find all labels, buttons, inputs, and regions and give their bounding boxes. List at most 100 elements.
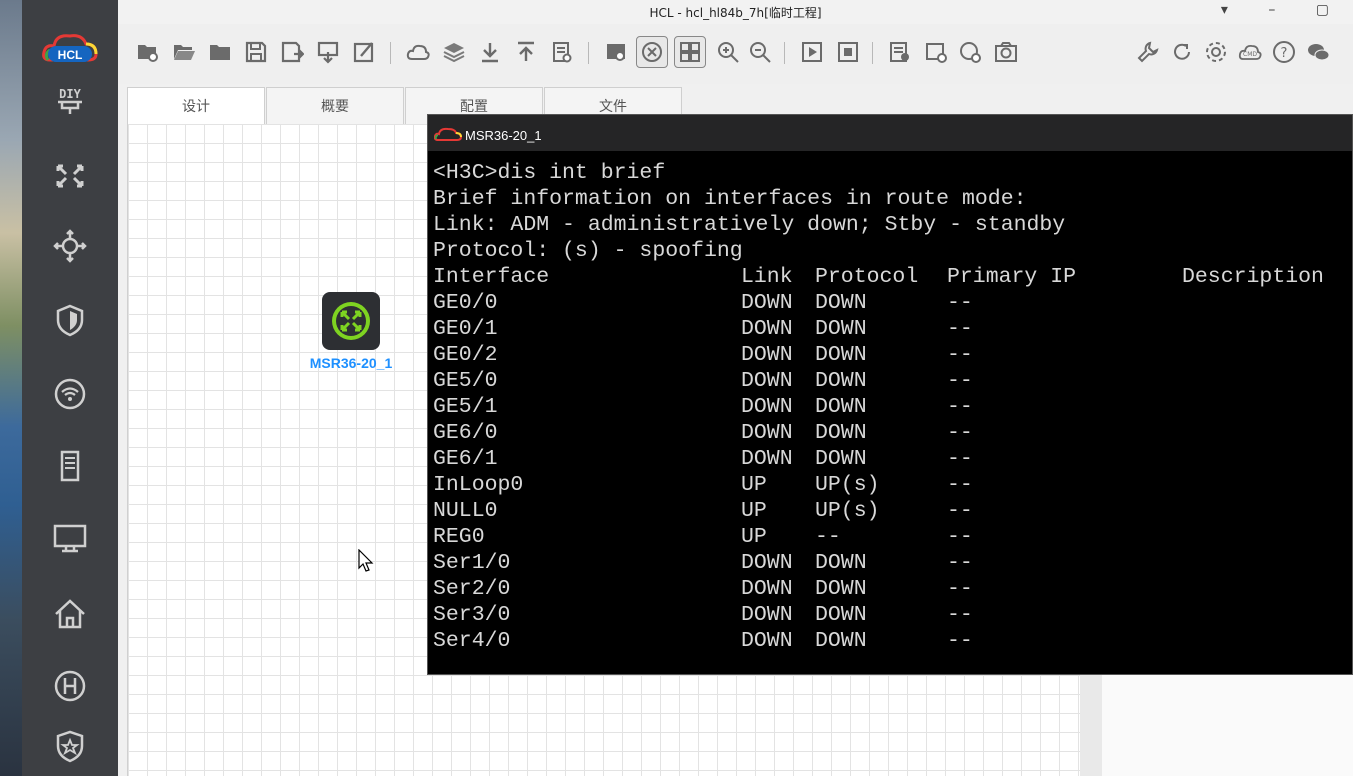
interface-name: GE0/0 [433, 291, 498, 315]
console-window[interactable]: MSR36-20_1 <H3C>dis int brief Brief info… [427, 114, 1353, 675]
link-status: UP [741, 499, 767, 523]
cmd-icon: CMD [1238, 44, 1262, 60]
gear-icon [1206, 42, 1226, 62]
console-line: <H3C>dis int brief [433, 161, 666, 185]
export-button[interactable] [314, 38, 342, 66]
grid-toggle[interactable] [674, 36, 706, 68]
wireless-category-button[interactable] [22, 364, 118, 424]
col-description: Description [1182, 265, 1324, 289]
add-ellipse-button[interactable] [956, 38, 984, 66]
zoom-out-button[interactable] [746, 38, 774, 66]
protocol-status: DOWN [815, 603, 867, 627]
interface-row: GE0/0 DOWN DOWN -- [433, 290, 1352, 316]
help-button[interactable]: ? [1270, 38, 1298, 66]
save-icon [245, 41, 267, 63]
interface-name: Ser1/0 [433, 551, 511, 575]
switch-category-button[interactable] [22, 146, 118, 206]
router-category-button[interactable] [22, 216, 118, 276]
firewall-icon [56, 304, 84, 337]
add-rectangle-button[interactable] [922, 38, 950, 66]
protocol-status: UP(s) [815, 499, 880, 523]
window-title: HCL - hcl_hl84b_7h[临时工程] [649, 6, 822, 20]
col-primary-ip: Primary IP [947, 265, 1077, 289]
primary-ip: -- [947, 499, 973, 523]
router-icon [53, 229, 87, 263]
svg-text:CMD: CMD [1243, 51, 1257, 58]
desktop-background [0, 0, 22, 776]
save-button[interactable] [242, 38, 270, 66]
terminal-category-button[interactable] [22, 508, 118, 568]
hcl-logo: HCL [22, 22, 118, 78]
interface-name: GE0/2 [433, 343, 498, 367]
document-icon [553, 42, 572, 63]
cloud-sync-button[interactable] [404, 38, 432, 66]
interface-row: GE6/1 DOWN DOWN -- [433, 446, 1352, 472]
folder-button[interactable] [206, 38, 234, 66]
protocol-status: DOWN [815, 551, 867, 575]
security-category-button[interactable] [22, 716, 118, 776]
firewall-category-button[interactable] [22, 290, 118, 350]
screenshot-icon [607, 44, 625, 61]
zoom-in-button[interactable] [714, 38, 742, 66]
zoom-in-icon [718, 42, 739, 63]
primary-ip: -- [947, 291, 973, 315]
primary-ip: -- [947, 473, 973, 497]
router-device-icon [332, 302, 370, 340]
primary-ip: -- [947, 395, 973, 419]
wrench-icon [1137, 41, 1159, 63]
router-device-node[interactable] [322, 292, 380, 350]
edit-button[interactable] [350, 38, 378, 66]
stop-all-button[interactable] [834, 38, 862, 66]
refresh-button[interactable] [1168, 38, 1196, 66]
link-status: DOWN [741, 447, 793, 471]
cmd-button[interactable]: CMD [1236, 38, 1264, 66]
console-title-bar[interactable]: MSR36-20_1 [428, 115, 1352, 151]
console-line: Protocol: (s) - spoofing [433, 239, 743, 263]
settings-button[interactable] [1202, 38, 1230, 66]
show-links-toggle[interactable] [636, 36, 668, 68]
folder-icon [210, 45, 230, 60]
tab-design[interactable]: 设计 [127, 87, 265, 124]
screenshot-button[interactable] [602, 38, 630, 66]
interface-name: NULL0 [433, 499, 498, 523]
download-icon [482, 43, 498, 63]
save-as-button[interactable] [278, 38, 306, 66]
protocol-status: DOWN [815, 629, 867, 653]
protocol-status: DOWN [815, 317, 867, 341]
interface-row: InLoop0 UP UP(s) -- [433, 472, 1352, 498]
layers-button[interactable] [440, 38, 468, 66]
tab-summary[interactable]: 概要 [266, 87, 404, 124]
diy-button[interactable]: DIY [22, 78, 118, 126]
hub-category-button[interactable] [22, 656, 118, 716]
protocol-status: DOWN [815, 421, 867, 445]
hub-icon [54, 670, 86, 702]
interface-name: Ser4/0 [433, 629, 511, 653]
device-label[interactable]: MSR36-20_1 [296, 355, 406, 371]
new-project-button[interactable] [134, 38, 162, 66]
config-list-button[interactable] [886, 38, 914, 66]
interface-row: REG0 UP -- -- [433, 524, 1352, 550]
upload-button[interactable] [512, 38, 540, 66]
download-button[interactable] [476, 38, 504, 66]
interface-row: Ser1/0 DOWN DOWN -- [433, 550, 1352, 576]
tools-button[interactable] [1134, 38, 1162, 66]
open-folder-icon [174, 45, 195, 60]
link-status: DOWN [741, 577, 793, 601]
add-ellipse-icon [960, 42, 981, 63]
wechat-button[interactable] [1304, 38, 1332, 66]
document-button[interactable] [548, 38, 576, 66]
play-icon [802, 42, 822, 62]
col-link: Link [741, 265, 793, 289]
protocol-status: DOWN [815, 343, 867, 367]
window-controls[interactable]: ▾ – ▢ [1221, 2, 1347, 18]
open-project-button[interactable] [170, 38, 198, 66]
capture-button[interactable] [992, 38, 1020, 66]
start-all-button[interactable] [798, 38, 826, 66]
server-category-button[interactable] [22, 436, 118, 496]
console-output[interactable]: <H3C>dis int brief Brief information on … [433, 160, 1352, 674]
export-icon [317, 41, 339, 64]
hcl-cloud-icon [434, 127, 462, 141]
home-category-button[interactable] [22, 584, 118, 644]
stop-icon [838, 42, 858, 62]
protocol-status: DOWN [815, 369, 867, 393]
